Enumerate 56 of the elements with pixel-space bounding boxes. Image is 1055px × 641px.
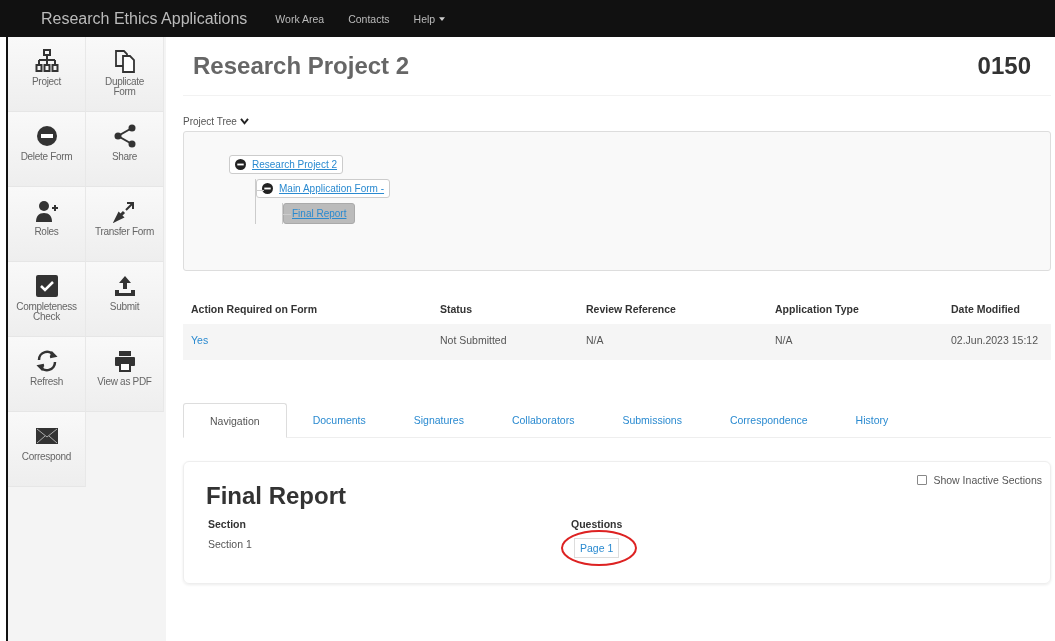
- table-cell: Not Submitted: [440, 334, 507, 346]
- column-header: Review Reference: [578, 298, 767, 324]
- table-cell: 02.Jun.2023 15:12: [951, 334, 1038, 346]
- tree-node[interactable]: Main Application Form -: [256, 179, 391, 198]
- page-link[interactable]: Page 1: [574, 538, 620, 558]
- nav-link[interactable]: Work Area: [275, 12, 325, 25]
- nav-link[interactable]: Help: [413, 12, 446, 25]
- column-header: Application Type: [767, 298, 943, 324]
- column-header: Section: [208, 518, 247, 530]
- upload-icon: [112, 274, 137, 298]
- tab[interactable]: Collaborators: [489, 403, 597, 437]
- tab[interactable]: Documents: [290, 403, 388, 437]
- project-number: 0150: [977, 52, 1031, 80]
- sidebar-action-button[interactable]: Completeness Check: [8, 262, 86, 337]
- column-header: Status: [432, 298, 578, 324]
- table-cell-text: Section 1: [208, 538, 253, 552]
- tab[interactable]: History: [833, 403, 911, 437]
- hierarchy-icon: [34, 49, 59, 73]
- user-plus-icon: [34, 199, 59, 223]
- section-title: Final Report: [205, 482, 347, 510]
- sidebar-action-button[interactable]: Duplicate Form: [86, 37, 164, 112]
- minus-circle-icon: [34, 124, 59, 148]
- minus-circle-icon[interactable]: [235, 159, 246, 170]
- app-title[interactable]: Research Ethics Applications: [41, 9, 248, 28]
- table-cell: N/A: [586, 334, 604, 346]
- share-icon: [112, 124, 137, 148]
- copy-icon: [112, 49, 137, 73]
- sidebar-action-button[interactable]: View as PDF: [86, 337, 164, 412]
- column-header: Action Required on Form: [183, 298, 432, 324]
- tab[interactable]: Correspondence: [707, 403, 830, 437]
- table-cell: N/A: [775, 334, 793, 346]
- sidebar-action-button[interactable]: Correspond: [8, 412, 86, 487]
- checkbox-icon: [34, 274, 59, 298]
- sidebar-action-button[interactable]: Refresh: [8, 337, 86, 412]
- project-tree-toggle[interactable]: Project Tree: [183, 116, 249, 127]
- tab[interactable]: Signatures: [391, 403, 486, 437]
- caret-icon: [439, 16, 446, 21]
- nav-link[interactable]: Contacts: [348, 12, 390, 25]
- project-title: Research Project 2: [192, 52, 410, 80]
- sidebar-action-button[interactable]: Roles: [8, 187, 86, 262]
- tree-node[interactable]: Research Project 2: [229, 155, 344, 174]
- column-header: Questions: [571, 518, 623, 530]
- table-link[interactable]: Yes: [191, 334, 209, 346]
- chevron-icon: [239, 118, 249, 125]
- sidebar-action-button[interactable]: Delete Form: [8, 112, 86, 187]
- sidebar-action-button[interactable]: Transfer Form: [86, 187, 164, 262]
- refresh-icon: [34, 349, 59, 373]
- minus-circle-icon[interactable]: [262, 183, 273, 194]
- sidebar-action-button[interactable]: Share: [86, 112, 164, 187]
- tab[interactable]: Navigation: [183, 403, 287, 438]
- column-header: Date Modified: [943, 298, 1051, 324]
- sidebar-action-button[interactable]: Submit: [86, 262, 164, 337]
- tab[interactable]: Submissions: [600, 403, 704, 437]
- diagonal-arrows-icon: [112, 199, 137, 223]
- sidebar-action-button[interactable]: Project: [8, 37, 86, 112]
- printer-icon: [112, 349, 137, 373]
